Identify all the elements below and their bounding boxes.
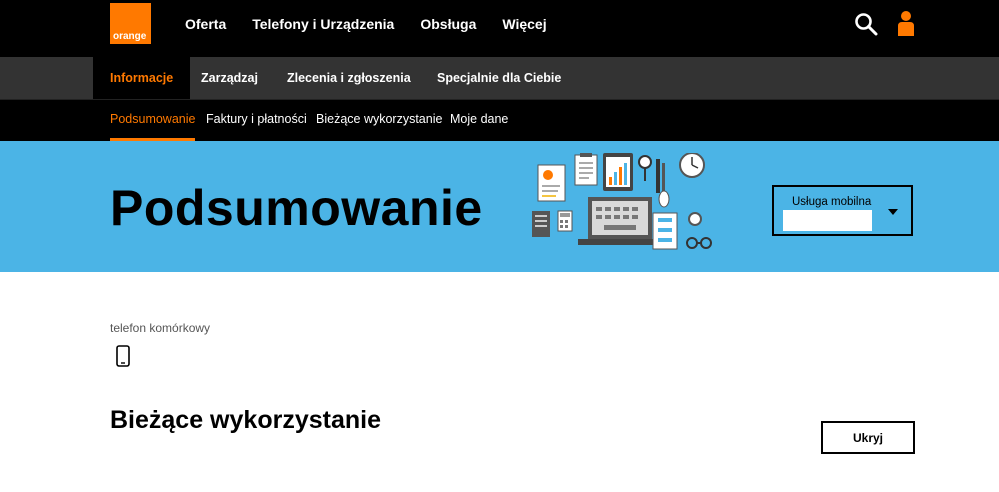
nav-oferta[interactable]: Oferta <box>185 16 226 32</box>
nav-telefony-i-urzadzenia[interactable]: Telefony i Urządzenia <box>252 16 394 32</box>
search-icon[interactable] <box>854 12 878 36</box>
subnav-informacje[interactable]: Informacje <box>93 57 191 99</box>
tab-faktury-i-platnosci[interactable]: Faktury i płatności <box>206 100 307 138</box>
product-type-label: telefon komórkowy <box>110 321 211 335</box>
office-illustration <box>532 153 712 250</box>
service-select[interactable]: Usługa mobilna <box>772 185 913 236</box>
subnav-zlecenia-i-zgloszenia[interactable]: Zlecenia i zgłoszenia <box>287 57 411 99</box>
top-header: orange Oferta Telefony i Urządzenia Obsł… <box>0 0 999 57</box>
nav-wiecej[interactable]: Więcej <box>502 16 546 32</box>
subnav-specjalnie-dla-ciebie[interactable]: Specjalnie dla Ciebie <box>437 57 561 99</box>
mobile-phone-icon <box>116 345 130 367</box>
orange-logo[interactable]: orange <box>110 3 151 44</box>
section-title: Bieżące wykorzystanie <box>110 406 381 434</box>
chevron-down-icon <box>888 209 898 215</box>
service-select-value <box>783 210 872 231</box>
service-select-label: Usługa mobilna <box>792 196 872 208</box>
hero-banner: Podsumowanie Usługa mobilna <box>0 141 999 272</box>
page-title: Podsumowanie <box>110 180 483 236</box>
hide-button[interactable]: Ukryj <box>821 421 915 454</box>
main-content: telefon komórkowy Bieżące wykorzystanie … <box>0 272 999 492</box>
nav-obsluga[interactable]: Obsługa <box>420 16 476 32</box>
tab-bar: Podsumowanie Faktury i płatności Bieżące… <box>0 99 999 141</box>
user-icon[interactable] <box>897 10 915 36</box>
main-navigation: Oferta Telefony i Urządzenia Obsługa Wię… <box>185 0 573 48</box>
tab-biezace-wykorzystanie[interactable]: Bieżące wykorzystanie <box>316 100 442 138</box>
logo-text: orange <box>113 31 147 42</box>
tab-moje-dane[interactable]: Moje dane <box>450 100 508 138</box>
tab-podsumowanie[interactable]: Podsumowanie <box>110 100 196 141</box>
subnav-zarzadzaj[interactable]: Zarządzaj <box>201 57 258 99</box>
secondary-navigation: Informacje Zarządzaj Zlecenia i zgłoszen… <box>0 57 999 99</box>
